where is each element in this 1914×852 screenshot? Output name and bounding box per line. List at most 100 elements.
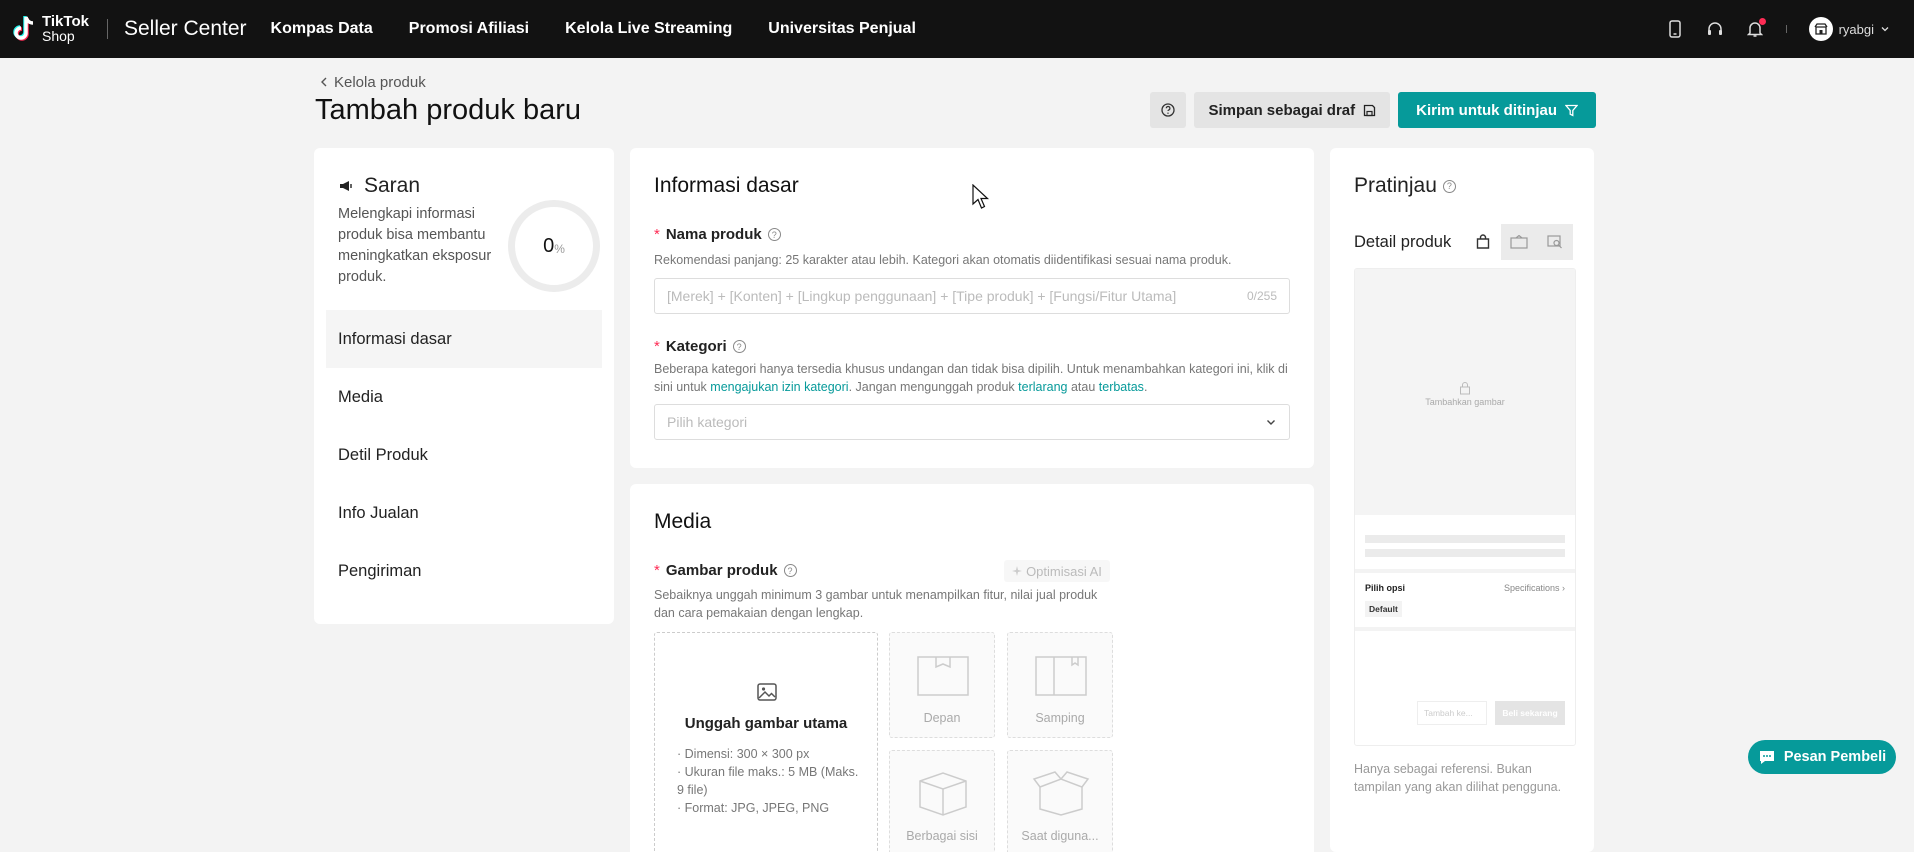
product-name-input[interactable]: [Merek] + [Konten] + [Lingkup penggunaan… xyxy=(654,278,1290,314)
topbar-divider xyxy=(1785,25,1787,33)
headset-support-icon[interactable] xyxy=(1706,20,1724,38)
upload-main-title: Unggah gambar utama xyxy=(684,715,848,732)
product-name-placeholder: [Merek] + [Konten] + [Lingkup penggunaan… xyxy=(667,288,1177,304)
logo-text-tiktok: TikTok xyxy=(42,13,89,30)
box-front-icon xyxy=(917,656,969,696)
mobile-phone-icon[interactable] xyxy=(1666,20,1684,38)
category-hint-text: . xyxy=(1143,380,1148,394)
seller-center-title[interactable]: Seller Center xyxy=(124,17,247,41)
category-label-text: Kategori xyxy=(665,338,727,355)
nav-kompas-data[interactable]: Kompas Data xyxy=(271,20,373,38)
ai-optimize-button[interactable]: Optimisasi AI xyxy=(1004,560,1110,582)
help-tooltip-icon[interactable]: ? xyxy=(767,228,781,241)
image-slot-in-use[interactable]: Saat diguna... xyxy=(1007,750,1113,852)
prohibited-products-link[interactable]: terlarang xyxy=(1018,380,1067,394)
add-to-cart-placeholder: Tambah ke... xyxy=(1417,701,1487,725)
completion-progress-ring: 0 % xyxy=(508,200,600,292)
specifications-label: Specifications xyxy=(1503,583,1560,593)
completion-unit: % xyxy=(554,242,565,256)
product-image-hint: Sebaiknya unggah minimum 3 gambar untuk … xyxy=(654,588,1098,620)
option-title: Pilih opsi xyxy=(1365,583,1406,593)
required-marker: * xyxy=(654,226,660,243)
filter-funnel-icon xyxy=(1565,104,1578,117)
section-nav-info-jualan[interactable]: Info Jualan xyxy=(326,484,602,542)
preview-disclaimer: Hanya sebagai referensi. Bukan tampilan … xyxy=(1354,762,1562,794)
preview-panel: Pratinjau ? Detail produk Tambahkan gamb… xyxy=(1330,148,1594,852)
shopping-bag-icon[interactable] xyxy=(1465,224,1501,260)
help-button[interactable] xyxy=(1150,92,1187,128)
chevron-down-icon xyxy=(1267,420,1275,425)
image-slot-front[interactable]: Depan xyxy=(889,632,995,738)
buyer-messages-button[interactable]: Pesan Pembeli xyxy=(1748,740,1896,774)
media-card: Media * Gambar produk ? Optimisasi AI Se… xyxy=(630,484,1314,852)
chat-bubble-icon xyxy=(1759,751,1774,764)
nav-kelola-live-streaming[interactable]: Kelola Live Streaming xyxy=(565,20,732,38)
restricted-products-link[interactable]: terbatas xyxy=(1099,380,1144,394)
submit-label: Kirim untuk ditinjau xyxy=(1416,101,1557,119)
category-hint: Beberapa kategori hanya tersedia khusus … xyxy=(654,360,1290,396)
username-label: ryabgi xyxy=(1838,21,1874,37)
help-tooltip-icon[interactable]: ? xyxy=(783,564,797,577)
default-option-chip: Default xyxy=(1365,601,1402,617)
basic-info-title: Informasi dasar xyxy=(654,174,799,197)
buyer-messages-label: Pesan Pembeli xyxy=(1783,749,1887,765)
category-hint-text: atau xyxy=(1067,380,1099,394)
tiktok-logo-icon xyxy=(13,16,34,41)
lock-image-icon xyxy=(1460,382,1470,395)
category-hint-text: . Jangan mengunggah produk xyxy=(848,380,1019,394)
buy-now-preview-button: Beli sekarang xyxy=(1495,701,1565,725)
required-marker: * xyxy=(654,562,660,579)
submit-for-review-button[interactable]: Kirim untuk ditinjau xyxy=(1398,92,1596,128)
search-preview-icon[interactable] xyxy=(1537,224,1574,260)
add-image-label: Tambahkan gambar xyxy=(1425,397,1505,407)
breadcrumb-back-link[interactable]: Kelola produk xyxy=(320,74,426,91)
image-slot-various-sides[interactable]: Berbagai sisi xyxy=(889,750,995,852)
box-3d-icon xyxy=(919,772,967,816)
nav-universitas-penjual[interactable]: Universitas Penjual xyxy=(768,20,916,38)
product-detail-tab[interactable]: Detail produk xyxy=(1354,233,1451,252)
product-image-label: * Gambar produk ? xyxy=(654,562,797,579)
live-preview-icon[interactable] xyxy=(1501,224,1538,260)
required-marker: * xyxy=(654,338,660,355)
mouse-cursor-icon xyxy=(972,184,990,209)
section-nav-media[interactable]: Media xyxy=(326,368,602,426)
nav-promosi-afiliasi[interactable]: Promosi Afiliasi xyxy=(409,20,529,38)
image-upload-icon xyxy=(757,683,777,701)
slot-label-various-sides: Berbagai sisi xyxy=(906,829,978,843)
notification-bell-icon[interactable] xyxy=(1746,18,1766,38)
suggestion-title: Saran xyxy=(364,174,421,197)
product-name-label-text: Nama produk xyxy=(665,226,762,243)
main-image-upload-area[interactable]: Unggah gambar utama · Dimensi: 300 × 300… xyxy=(654,632,878,852)
section-nav-informasi-dasar[interactable]: Informasi dasar xyxy=(326,310,602,368)
product-name-label: * Nama produk ? xyxy=(654,226,781,243)
skeleton-bar xyxy=(1365,535,1565,543)
save-draft-button[interactable]: Simpan sebagai draf xyxy=(1194,92,1391,128)
upload-spec-dimension: · Dimensi: 300 × 300 px xyxy=(677,747,810,761)
product-name-counter: 0/255 xyxy=(1246,289,1277,303)
preview-image-area: Tambahkan gambar xyxy=(1355,269,1575,515)
product-image-label-text: Gambar produk xyxy=(665,562,778,579)
top-navigation-bar: TikTok Shop Seller Center Kompas Data Pr… xyxy=(0,0,1914,58)
question-circle-icon xyxy=(1161,103,1176,117)
section-nav-detil-produk[interactable]: Detil Produk xyxy=(326,426,602,484)
skeleton-bar xyxy=(1365,549,1565,557)
ai-optimize-label: Optimisasi AI xyxy=(1026,563,1102,579)
phone-preview: Tambahkan gambar Pilih opsi Specificatio… xyxy=(1354,268,1576,746)
category-select[interactable]: Pilih kategori xyxy=(654,404,1290,440)
help-tooltip-icon[interactable]: ? xyxy=(732,340,746,353)
image-slot-side[interactable]: Samping xyxy=(1007,632,1113,738)
page-title: Tambah produk baru xyxy=(315,94,581,126)
open-box-icon xyxy=(1032,771,1090,816)
tiktok-shop-logo[interactable]: TikTok Shop xyxy=(12,14,89,44)
box-side-icon xyxy=(1035,656,1087,696)
section-nav-list: Informasi dasar Media Detil Produk Info … xyxy=(326,310,602,600)
upload-spec-format: · Format: JPG, JPEG, PNG xyxy=(677,801,830,815)
header-actions: Simpan sebagai draf Kirim untuk ditinjau xyxy=(1150,92,1596,128)
category-permission-link[interactable]: mengajukan izin kategori xyxy=(710,380,848,394)
chevron-left-icon xyxy=(320,74,328,91)
section-nav-pengiriman[interactable]: Pengiriman xyxy=(326,542,602,600)
notification-badge xyxy=(1758,18,1766,25)
help-tooltip-icon[interactable]: ? xyxy=(1442,179,1456,193)
user-account-menu[interactable]: ryabgi xyxy=(1808,17,1890,41)
breadcrumb-label: Kelola produk xyxy=(334,74,426,91)
